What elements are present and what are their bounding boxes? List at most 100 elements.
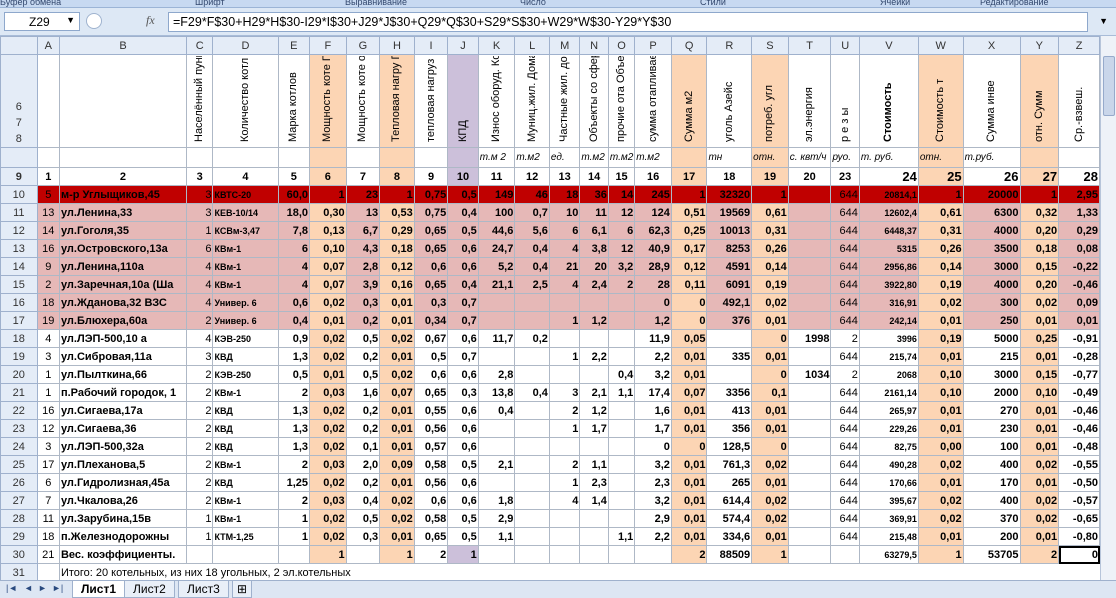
cell[interactable]: 0,2 xyxy=(345,401,381,420)
cell[interactable]: 0 xyxy=(634,293,672,312)
column-number-cell[interactable]: 28 xyxy=(1058,167,1100,186)
cell[interactable]: 1,1 xyxy=(607,383,636,402)
cell[interactable]: 2,2 xyxy=(634,347,672,366)
cell[interactable]: 3 xyxy=(186,203,214,222)
cell[interactable]: 4 xyxy=(186,275,214,294)
column-number-cell[interactable]: 7 xyxy=(345,167,381,186)
cell[interactable]: 6 xyxy=(277,239,311,258)
cell[interactable]: 0,12 xyxy=(670,257,708,276)
cell[interactable]: 18 xyxy=(36,527,60,546)
row-header[interactable]: 26 xyxy=(0,473,38,492)
cell[interactable]: 1,6 xyxy=(345,383,381,402)
cell[interactable]: 124 xyxy=(634,203,672,222)
cell[interactable]: 1 xyxy=(379,185,415,204)
cell[interactable]: 0,14 xyxy=(751,257,789,276)
cell[interactable]: 2 xyxy=(186,311,214,330)
column-header[interactable]: D xyxy=(212,36,279,55)
cell[interactable]: 0,6 xyxy=(413,257,449,276)
cell[interactable]: 0,2 xyxy=(345,347,381,366)
column-number-cell[interactable]: 8 xyxy=(379,167,415,186)
cell[interactable] xyxy=(787,257,832,276)
cell[interactable]: 0,01 xyxy=(917,419,964,438)
cell[interactable]: 0,03 xyxy=(309,491,347,510)
cell[interactable] xyxy=(787,383,832,402)
cell[interactable]: 0,5 xyxy=(345,365,381,384)
cell[interactable]: 19569 xyxy=(706,203,753,222)
cell[interactable]: 0,09 xyxy=(379,455,415,474)
cell[interactable]: 0,6 xyxy=(413,365,449,384)
cell[interactable]: 88509 xyxy=(706,545,753,564)
unit-cell[interactable] xyxy=(345,147,381,168)
cell[interactable]: 6 xyxy=(36,473,60,492)
header-cell[interactable] xyxy=(36,54,60,148)
cell[interactable] xyxy=(787,185,832,204)
cell[interactable]: 4000 xyxy=(962,275,1021,294)
cell[interactable]: 1,1 xyxy=(579,455,609,474)
column-header[interactable]: M xyxy=(548,36,581,55)
cell[interactable]: 644 xyxy=(830,401,860,420)
cell[interactable]: 0,2 xyxy=(345,473,381,492)
cell[interactable]: 0,01 xyxy=(379,311,415,330)
cell[interactable]: 0,02 xyxy=(309,347,347,366)
cell[interactable]: 0,5 xyxy=(277,365,311,384)
cell[interactable]: 2 xyxy=(830,329,860,348)
row-header[interactable]: 10 xyxy=(0,185,38,204)
cell[interactable]: 0,17 xyxy=(670,239,708,258)
cell[interactable]: 0 xyxy=(1058,545,1100,564)
cell[interactable]: КВм-1 xyxy=(212,491,279,510)
last-sheet-icon[interactable]: ►| xyxy=(52,583,63,593)
cell[interactable] xyxy=(706,365,753,384)
cell[interactable] xyxy=(477,311,516,330)
column-number-cell[interactable]: 13 xyxy=(548,167,581,186)
cell[interactable]: 6 xyxy=(186,239,214,258)
cell[interactable] xyxy=(607,293,636,312)
header-cell[interactable]: Сумма м2 xyxy=(670,54,708,148)
row-header[interactable]: 9 xyxy=(0,167,38,186)
column-header[interactable]: Z xyxy=(1058,36,1100,55)
cell[interactable]: 2 xyxy=(607,275,636,294)
cell[interactable]: 1,1 xyxy=(607,527,636,546)
cell[interactable]: -0,50 xyxy=(1058,473,1100,492)
cell[interactable]: 0,02 xyxy=(379,491,415,510)
cell[interactable]: 1,3 xyxy=(277,401,311,420)
column-number-cell[interactable]: 11 xyxy=(477,167,516,186)
cell[interactable]: 6300 xyxy=(962,203,1021,222)
header-cell[interactable]: Муниц.жил. Дома xyxy=(514,54,550,148)
cell[interactable]: 2 xyxy=(277,491,311,510)
unit-cell[interactable]: тн xyxy=(706,147,753,168)
cell[interactable]: 24,7 xyxy=(477,239,516,258)
header-cell[interactable]: Частные жил. дома xyxy=(548,54,581,148)
cell[interactable]: 19 xyxy=(36,311,60,330)
cell[interactable]: 0,6 xyxy=(447,239,479,258)
cell[interactable]: 1 xyxy=(186,509,214,528)
cell[interactable] xyxy=(186,545,214,564)
cell[interactable] xyxy=(607,455,636,474)
cell[interactable]: 4 xyxy=(277,275,311,294)
cell[interactable]: 0 xyxy=(751,437,789,456)
cell[interactable]: 3 xyxy=(548,383,581,402)
unit-cell[interactable] xyxy=(447,147,479,168)
column-header[interactable]: X xyxy=(962,36,1021,55)
cell[interactable]: 0,02 xyxy=(751,491,789,510)
cell[interactable]: 13 xyxy=(36,203,60,222)
unit-cell[interactable] xyxy=(186,147,214,168)
cell[interactable]: ул.Ленина,110а xyxy=(58,257,188,276)
cell[interactable]: 21 xyxy=(36,545,60,564)
cell[interactable] xyxy=(514,401,550,420)
cell[interactable]: 0,4 xyxy=(514,257,550,276)
cell[interactable] xyxy=(607,311,636,330)
row-header[interactable]: 29 xyxy=(0,527,38,546)
cell[interactable]: 0,01 xyxy=(1019,311,1060,330)
cell[interactable]: 1 xyxy=(379,545,415,564)
row-header[interactable]: 6 7 8 xyxy=(0,54,38,148)
cell[interactable]: 10013 xyxy=(706,221,753,240)
cell[interactable]: 0,03 xyxy=(309,383,347,402)
cell[interactable]: 0,19 xyxy=(751,275,789,294)
cell[interactable] xyxy=(477,473,516,492)
cell[interactable]: 1,4 xyxy=(579,491,609,510)
cell[interactable]: 0,02 xyxy=(309,401,347,420)
cancel-icon[interactable] xyxy=(86,13,102,29)
cell[interactable]: 0,02 xyxy=(309,329,347,348)
cell[interactable]: -0,80 xyxy=(1058,527,1100,546)
header-cell[interactable]: Стоимость т xyxy=(917,54,964,148)
